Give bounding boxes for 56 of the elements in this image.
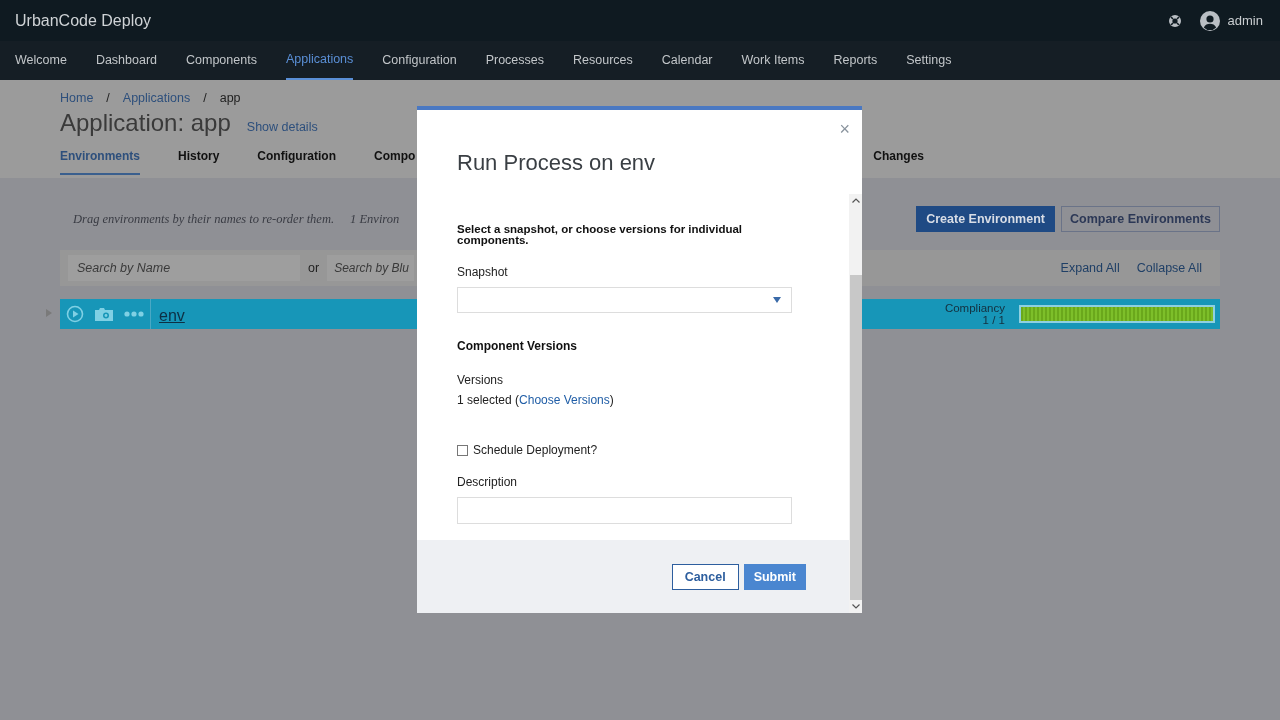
search-name-field[interactable]: Search by Name [68, 255, 300, 281]
environment-name[interactable]: env [159, 306, 185, 325]
more-icon[interactable] [124, 311, 144, 317]
expand-all-link[interactable]: Expand All [1060, 261, 1120, 275]
instruction-text: Select a snapshot, or choose versions for individual components. [457, 224, 744, 246]
nav-tab[interactable]: Dashboard [95, 41, 158, 80]
nav-tab[interactable]: Processes [485, 41, 545, 80]
create-environment-button[interactable]: Create Environment [916, 206, 1055, 232]
user-name[interactable]: admin [1227, 13, 1263, 28]
nav-tab[interactable]: Components [186, 41, 257, 80]
nav-tab[interactable]: Settings [906, 41, 952, 80]
choose-versions-link[interactable]: Choose Versions [519, 393, 610, 407]
description-label: Description [457, 475, 519, 489]
section-title: Component Versions [457, 339, 579, 353]
app-title: UrbanCode Deploy [15, 11, 152, 30]
collapse-all-link[interactable]: Collapse All [1136, 261, 1202, 275]
camera-icon[interactable] [94, 306, 114, 322]
description-field[interactable] [457, 497, 792, 524]
schedule-checkbox[interactable] [457, 444, 468, 456]
page-title: Application: app [60, 109, 231, 137]
compliancy-value: 1 / 1 [982, 314, 1005, 326]
breadcrumb-separator: / [106, 91, 110, 105]
nav-tab[interactable]: Welcome [15, 41, 67, 80]
versions-summary: 1 selected (Choose Versions) [457, 393, 614, 407]
tab[interactable]: Configuration [257, 149, 336, 175]
environment-count: 1 Environ [350, 211, 401, 227]
submit-button[interactable]: Submit [743, 563, 806, 590]
nav-tab[interactable]: Reports [833, 41, 878, 80]
run-icon[interactable] [66, 305, 84, 323]
dialog-title: Run Process on env [457, 150, 657, 176]
tab[interactable]: Changes [873, 149, 925, 175]
nav-tab[interactable]: Work Items [741, 41, 805, 80]
user-avatar-icon[interactable] [1199, 10, 1220, 31]
nav-tab[interactable]: Calendar [661, 41, 713, 80]
scroll-up-icon[interactable] [851, 198, 860, 203]
search-blueprint-field[interactable]: Search by Blu [327, 255, 415, 281]
snapshot-label: Snapshot [457, 265, 509, 279]
compliancy-label: Compliancy [944, 302, 1005, 314]
snapshot-dropdown[interactable] [457, 287, 792, 313]
scroll-down-icon[interactable] [851, 604, 860, 609]
scrollbar-thumb[interactable] [849, 275, 862, 600]
expand-arrow-icon[interactable] [46, 309, 52, 317]
or-text: or [308, 261, 320, 275]
tab[interactable]: Compo [374, 149, 416, 175]
breadcrumb-current: app [219, 91, 241, 105]
hint-text: Drag environments by their names to re-order them. [73, 211, 335, 227]
versions-label: Versions [457, 373, 505, 387]
schedule-deployment-label: Schedule Deployment? [473, 443, 598, 457]
breadcrumb-separator: / [203, 91, 207, 105]
nav-tab[interactable]: Configuration [382, 41, 457, 80]
help-icon[interactable] [1167, 13, 1182, 28]
scrollbar[interactable] [849, 194, 862, 613]
cancel-button[interactable]: Cancel [671, 563, 739, 590]
nav-tab[interactable]: Resources [573, 41, 633, 80]
dropdown-caret-icon [773, 297, 781, 303]
tab[interactable]: History [178, 149, 220, 175]
